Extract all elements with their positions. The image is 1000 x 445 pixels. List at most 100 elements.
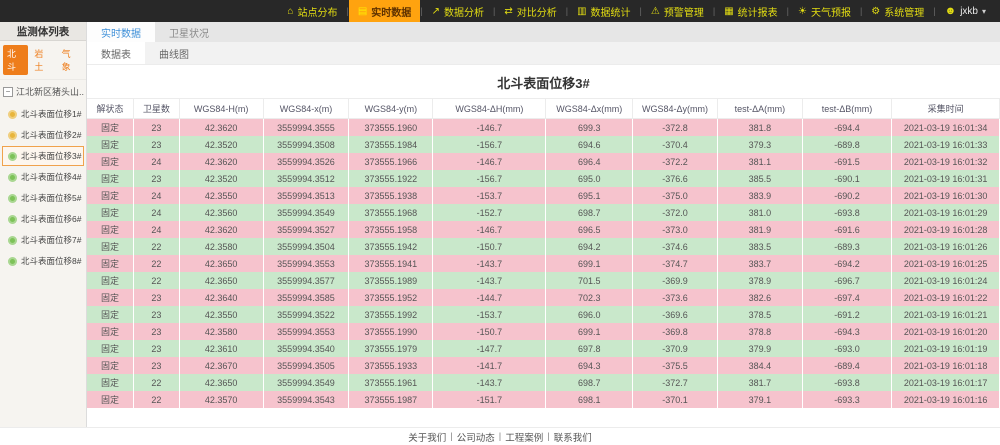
sidebar-tab[interactable]: 气象 bbox=[58, 45, 83, 75]
cell-test-db: -693.8 bbox=[802, 374, 891, 391]
cell-satellite-count: 23 bbox=[134, 306, 180, 323]
cell-satellite-count: 23 bbox=[134, 136, 180, 153]
table-row: 固定 23 42.3620 3559994.3555 373555.1960 -… bbox=[87, 119, 1000, 137]
cell-collect-time: 2021-03-19 16:01:34 bbox=[892, 119, 1000, 137]
footer-link[interactable]: 关于我们 bbox=[404, 430, 450, 444]
cell-collect-time: 2021-03-19 16:01:18 bbox=[892, 357, 1000, 374]
bar-chart-icon: ▥ bbox=[577, 6, 586, 17]
cell-solution-status: 固定 bbox=[87, 204, 134, 221]
cell-satellite-count: 23 bbox=[134, 119, 180, 137]
cell-test-da: 381.7 bbox=[717, 374, 802, 391]
cell-wgs84-dy: -373.0 bbox=[633, 221, 718, 238]
cell-satellite-count: 22 bbox=[134, 255, 180, 272]
cell-test-da: 381.0 bbox=[717, 204, 802, 221]
compare-chart-icon: ⇄ bbox=[504, 6, 512, 17]
cell-wgs84-x: 3559994.3508 bbox=[263, 136, 349, 153]
tab-secondary[interactable]: 曲线图 bbox=[145, 42, 203, 64]
table-row: 固定 23 42.3640 3559994.3585 373555.1952 -… bbox=[87, 289, 1000, 306]
cell-wgs84-x: 3559994.3527 bbox=[263, 221, 349, 238]
cell-wgs84-dy: -369.9 bbox=[633, 272, 718, 289]
cell-wgs84-dx: 701.5 bbox=[546, 272, 633, 289]
cell-wgs84-dx: 697.8 bbox=[546, 340, 633, 357]
cell-solution-status: 固定 bbox=[87, 340, 134, 357]
sensor-status-icon bbox=[8, 131, 17, 140]
cell-collect-time: 2021-03-19 16:01:22 bbox=[892, 289, 1000, 306]
tab-primary[interactable]: 卫星状况 bbox=[155, 22, 223, 42]
cell-solution-status: 固定 bbox=[87, 187, 134, 204]
sidebar-item-sensor[interactable]: 北斗表面位移5# bbox=[2, 188, 84, 208]
cell-collect-time: 2021-03-19 16:01:24 bbox=[892, 272, 1000, 289]
sidebar-item-sensor[interactable]: 北斗表面位移3# bbox=[2, 146, 84, 166]
cell-wgs84-h: 42.3620 bbox=[179, 153, 263, 170]
cell-solution-status: 固定 bbox=[87, 272, 134, 289]
cell-wgs84-y: 373555.1960 bbox=[349, 119, 433, 137]
username: jxkb bbox=[960, 6, 978, 17]
sidebar-item-sensor[interactable]: 北斗表面位移8# bbox=[2, 251, 84, 271]
nav-item[interactable]: ⇄ 对比分析 bbox=[495, 0, 565, 22]
cell-wgs84-dx: 699.1 bbox=[546, 323, 633, 340]
weather-icon: ☀ bbox=[798, 6, 807, 17]
sidebar-item-sensor[interactable]: 北斗表面位移4# bbox=[2, 167, 84, 187]
cell-wgs84-y: 373555.1961 bbox=[349, 374, 433, 391]
nav-item-label: 预警管理 bbox=[664, 4, 704, 19]
sidebar-item-sensor[interactable]: 北斗表面位移2# bbox=[2, 125, 84, 145]
collapse-icon[interactable]: − bbox=[3, 87, 13, 97]
nav-item[interactable]: ☀ 天气预报 bbox=[789, 0, 860, 22]
cell-wgs84-dx: 696.0 bbox=[546, 306, 633, 323]
sensor-status-icon bbox=[8, 215, 17, 224]
sensor-label: 北斗表面位移2# bbox=[21, 129, 81, 141]
alert-icon: ⚠ bbox=[651, 6, 660, 17]
nav-item[interactable]: ▦ 统计报表 bbox=[715, 0, 786, 22]
cell-test-db: -697.4 bbox=[802, 289, 891, 306]
tab-secondary[interactable]: 数据表 bbox=[87, 42, 145, 64]
footer-link[interactable]: 公司动态 bbox=[453, 430, 499, 444]
tab-primary[interactable]: 实时数据 bbox=[87, 22, 155, 42]
sidebar-item-sensor[interactable]: 北斗表面位移7# bbox=[2, 230, 84, 250]
cell-wgs84-y: 373555.1933 bbox=[349, 357, 433, 374]
sidebar-item-sensor[interactable]: 北斗表面位移6# bbox=[2, 209, 84, 229]
footer-link[interactable]: 联系我们 bbox=[550, 430, 596, 444]
tree-root-node[interactable]: − 江北新区猪头山... bbox=[0, 80, 86, 103]
cell-test-db: -689.4 bbox=[802, 357, 891, 374]
cell-collect-time: 2021-03-19 16:01:20 bbox=[892, 323, 1000, 340]
cell-wgs84-y: 373555.1966 bbox=[349, 153, 433, 170]
cell-test-db: -690.2 bbox=[802, 187, 891, 204]
sidebar-item-sensor[interactable]: 北斗表面位移1# bbox=[2, 104, 84, 124]
sensor-label: 北斗表面位移1# bbox=[21, 108, 81, 120]
cell-satellite-count: 24 bbox=[134, 187, 180, 204]
nav-item[interactable]: ▥ 数据统计 bbox=[568, 0, 639, 22]
sensor-status-icon bbox=[8, 173, 17, 182]
cell-satellite-count: 22 bbox=[134, 272, 180, 289]
cell-wgs84-y: 373555.1979 bbox=[349, 340, 433, 357]
cell-wgs84-y: 373555.1922 bbox=[349, 170, 433, 187]
cell-wgs84-h: 42.3580 bbox=[179, 238, 263, 255]
nav-item[interactable]: ↗ 数据分析 bbox=[423, 0, 493, 22]
footer-link[interactable]: 工程案例 bbox=[501, 430, 547, 444]
cell-test-db: -694.3 bbox=[802, 323, 891, 340]
nav-item[interactable]: ⚠ 预警管理 bbox=[642, 0, 713, 22]
cell-test-db: -691.5 bbox=[802, 153, 891, 170]
cell-wgs84-dy: -375.0 bbox=[633, 187, 718, 204]
cell-test-db: -693.0 bbox=[802, 340, 891, 357]
cell-test-db: -693.8 bbox=[802, 204, 891, 221]
table-row: 固定 23 42.3520 3559994.3508 373555.1984 -… bbox=[87, 136, 1000, 153]
sidebar-tab[interactable]: 北斗 bbox=[3, 45, 28, 75]
sidebar-tab[interactable]: 岩土 bbox=[30, 45, 55, 75]
cell-wgs84-x: 3559994.3555 bbox=[263, 119, 349, 137]
cell-wgs84-y: 373555.1968 bbox=[349, 204, 433, 221]
cell-satellite-count: 22 bbox=[134, 238, 180, 255]
nav-item-label: 天气预报 bbox=[811, 4, 851, 19]
table-row: 固定 24 42.3550 3559994.3513 373555.1938 -… bbox=[87, 187, 1000, 204]
nav-item[interactable]: ▤ 实时数据 bbox=[349, 0, 420, 22]
cell-wgs84-y: 373555.1958 bbox=[349, 221, 433, 238]
cell-wgs84-x: 3559994.3553 bbox=[263, 323, 349, 340]
nav-item[interactable]: ⚙ 系统管理 bbox=[862, 0, 933, 22]
cell-wgs84-dh: -153.7 bbox=[433, 306, 546, 323]
nav-item[interactable]: ⌂ 站点分布 bbox=[278, 0, 346, 22]
cell-wgs84-y: 373555.1987 bbox=[349, 391, 433, 408]
cell-wgs84-h: 42.3620 bbox=[179, 119, 263, 137]
user-menu[interactable]: ☻ jxkb ▾ bbox=[936, 5, 990, 17]
cell-wgs84-dh: -141.7 bbox=[433, 357, 546, 374]
cell-wgs84-y: 373555.1952 bbox=[349, 289, 433, 306]
cell-test-db: -691.6 bbox=[802, 221, 891, 238]
